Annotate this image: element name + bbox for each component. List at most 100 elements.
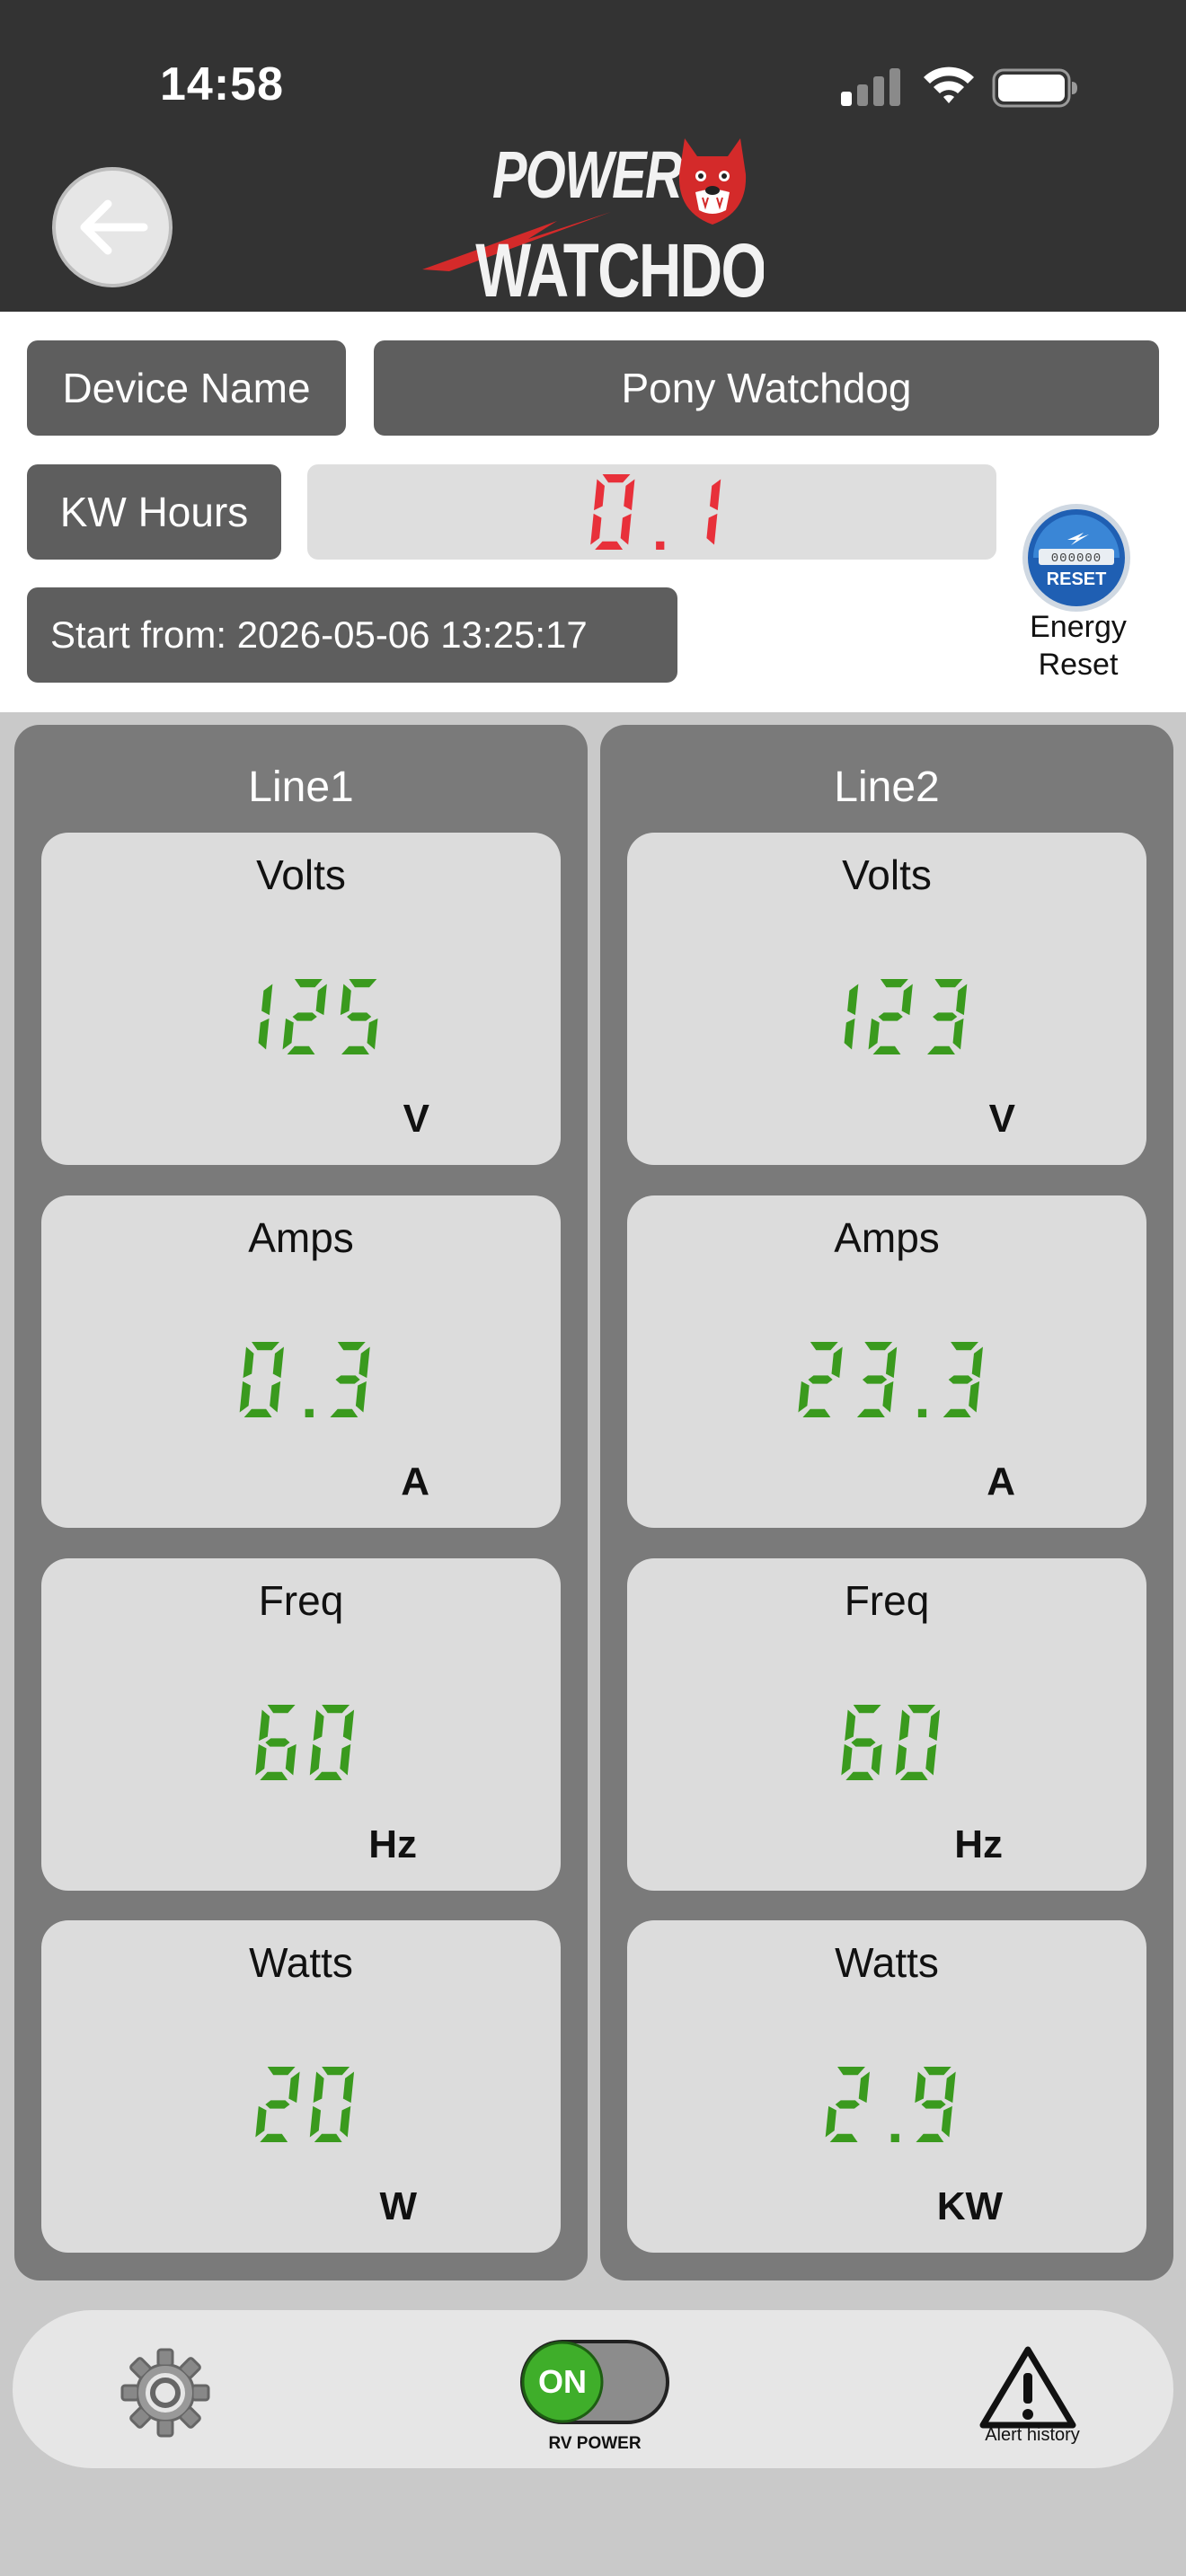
digit-segment-e bbox=[798, 1381, 810, 1413]
digit-segment-f bbox=[313, 1709, 324, 1742]
reset-badge-text: RESET bbox=[1047, 569, 1107, 589]
card-label: Volts bbox=[842, 851, 932, 898]
line2-freq-card: Freq Hz bbox=[627, 1558, 1146, 1891]
digit-segment-b bbox=[928, 1709, 941, 1742]
digit-segment-g bbox=[878, 1012, 903, 1021]
line1-freq-card: Freq Hz bbox=[41, 1558, 561, 1891]
digit-segment-b bbox=[901, 984, 913, 1016]
digit-segment-d bbox=[260, 1771, 288, 1780]
line1-column: Line1 Volts V Amps A Freq Hz Watts W bbox=[14, 725, 588, 2280]
digit-segment-a bbox=[864, 1342, 893, 1351]
digit-segment-d bbox=[260, 2133, 288, 2142]
digit-segment-f bbox=[340, 984, 351, 1016]
digit-segment-b bbox=[358, 1346, 370, 1379]
digit-segment-b bbox=[847, 984, 859, 1016]
cellular-signal-icon bbox=[841, 68, 900, 106]
power-watchdog-logo: POWER WATCHDOG bbox=[422, 138, 764, 310]
digit-segment-b bbox=[342, 1709, 355, 1742]
digit-segment-b bbox=[272, 1346, 284, 1379]
digit-segment-g bbox=[292, 1012, 317, 1021]
card-label: Volts bbox=[256, 851, 346, 898]
device-info-panel: Device Name Pony Watchdog KW Hours Start… bbox=[0, 312, 1186, 712]
digit-segment-c bbox=[952, 1018, 964, 1050]
kw-hours-label: KW Hours bbox=[27, 464, 281, 560]
back-arrow-icon bbox=[80, 199, 148, 255]
line1-watts-card: Watts W bbox=[41, 1920, 561, 2253]
digit-segment-g bbox=[265, 1738, 290, 1747]
card-unit: A bbox=[987, 1460, 1015, 1504]
card-value bbox=[258, 979, 378, 1054]
card-unit: Hz bbox=[368, 1822, 417, 1866]
settings-gear-icon[interactable] bbox=[119, 2346, 212, 2439]
back-button[interactable] bbox=[52, 167, 173, 287]
rv-power-toggle[interactable]: ON bbox=[519, 2339, 670, 2425]
digit-segment-d bbox=[243, 1408, 272, 1417]
digit-segment-a bbox=[322, 1705, 350, 1714]
card-value bbox=[844, 979, 968, 1054]
app-header: 14:58 POWER WATCHDOG bbox=[0, 0, 1186, 312]
digit-segment-g bbox=[347, 1012, 372, 1021]
logo-text-power: POWER bbox=[492, 138, 683, 213]
digit-segment-c bbox=[270, 1381, 281, 1413]
wifi-icon bbox=[924, 66, 974, 103]
digit-segment-a bbox=[951, 1342, 978, 1351]
card-value bbox=[239, 1342, 370, 1417]
digit-segment-e bbox=[309, 1743, 322, 1776]
device-name-field[interactable]: Pony Watchdog bbox=[374, 340, 1159, 436]
digit-segment-b bbox=[971, 1346, 983, 1379]
rv-power-label: RV POWER bbox=[548, 2434, 642, 2453]
alert-history-label: Alert history bbox=[985, 2425, 1080, 2445]
digit-segment-b bbox=[624, 479, 635, 511]
line2-amps-card: Amps A bbox=[627, 1195, 1146, 1528]
digit-segment-a bbox=[880, 979, 908, 988]
decimal-point-segment bbox=[917, 1408, 927, 1417]
digit-segment-a bbox=[853, 1705, 881, 1714]
digit-segment-c bbox=[941, 2105, 952, 2138]
digit-segment-a bbox=[923, 2067, 951, 2076]
card-unit: W bbox=[379, 2184, 417, 2228]
digit-segment-g bbox=[933, 1012, 958, 1021]
digit-segment-b bbox=[261, 984, 273, 1016]
digit-segment-f bbox=[243, 1346, 254, 1379]
digit-segment-d bbox=[916, 2133, 944, 2142]
card-label: Watts bbox=[835, 1939, 939, 1986]
kw-hours-value bbox=[590, 474, 721, 550]
digit-segment-b bbox=[956, 984, 968, 1016]
line1-volts-card: Volts V bbox=[41, 833, 561, 1165]
decimal-point-segment bbox=[656, 541, 665, 550]
digit-segment-c bbox=[340, 2105, 351, 2138]
digit-segment-c bbox=[706, 513, 718, 545]
digit-segment-g bbox=[851, 1738, 876, 1747]
card-label: Watts bbox=[249, 1939, 353, 1986]
toggle-state-text: ON bbox=[538, 2363, 587, 2400]
digit-segment-c bbox=[882, 1381, 894, 1413]
digit-segment-d bbox=[856, 1408, 885, 1417]
logo-text-watchdog: WATCHDOG bbox=[475, 228, 764, 310]
energy-reset-label: Energy Reset bbox=[1030, 610, 1127, 682]
digit-segment-b bbox=[944, 2071, 956, 2104]
digit-segment-e bbox=[309, 2105, 322, 2138]
digit-segment-f bbox=[915, 2071, 926, 2104]
digit-segment-d bbox=[330, 1408, 358, 1417]
digit-segment-b bbox=[342, 2071, 355, 2104]
digit-segment-d bbox=[943, 1408, 971, 1417]
reset-badge-digits: 000000 bbox=[1051, 551, 1102, 566]
digit-segment-c bbox=[871, 1743, 882, 1776]
digit-segment-d bbox=[314, 2133, 342, 2142]
digit-segment-e bbox=[841, 1743, 853, 1776]
line2-watts-card: Watts KW bbox=[627, 1920, 1146, 2253]
digit-segment-a bbox=[294, 979, 323, 988]
card-label: Freq bbox=[844, 1577, 930, 1624]
digit-segment-e bbox=[825, 2105, 836, 2138]
card-value bbox=[798, 1342, 983, 1417]
digit-segment-g bbox=[335, 1375, 360, 1384]
digit-segment-d bbox=[595, 541, 624, 550]
digit-segment-e bbox=[868, 1018, 880, 1050]
digit-segment-e bbox=[239, 1381, 251, 1413]
line2-column: Line2 Volts V Amps A Freq Hz Watts KW bbox=[600, 725, 1173, 2280]
alert-history-warning-icon[interactable] bbox=[976, 2342, 1080, 2432]
digit-segment-a bbox=[602, 474, 631, 483]
digit-segment-c bbox=[969, 1381, 980, 1413]
digit-segment-d bbox=[927, 1045, 955, 1054]
card-label: Amps bbox=[834, 1214, 940, 1261]
